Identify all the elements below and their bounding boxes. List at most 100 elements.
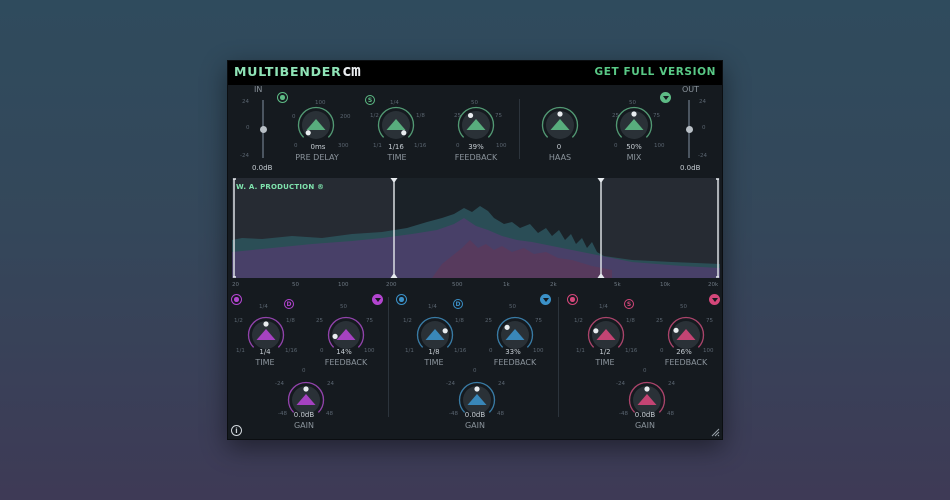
- band2-time-knob-indicator: [442, 328, 448, 334]
- band1-gain-tick-minus24: -24: [275, 381, 284, 387]
- band3-feedback-tick-75: 75: [706, 318, 713, 324]
- spectrum-display[interactable]: W. A. PRODUCTION ®: [232, 178, 720, 278]
- band3-feedback-tick-0: 0: [660, 348, 664, 354]
- freq-label-1k: 1k: [503, 282, 510, 288]
- band1-time-tick-1-1: 1/1: [236, 348, 245, 354]
- pre-delay-value: 0ms: [310, 143, 326, 151]
- input-scale-mid: 0: [246, 125, 250, 131]
- pre-delay-tick-0-top: 0: [292, 114, 296, 120]
- band1-time-tick-1-2: 1/2: [234, 318, 243, 324]
- haas-value: 0: [556, 143, 562, 151]
- band2-time-value: 1/8: [428, 348, 440, 356]
- global-time-tick-1-2: 1/2: [370, 113, 379, 119]
- global-feedback-knob-graphic: [457, 106, 495, 139]
- info-icon[interactable]: i: [231, 425, 242, 436]
- band2-feedback-knob-indicator: [504, 324, 510, 330]
- band3-time-tick-1-2: 1/2: [574, 318, 583, 324]
- resize-grip-icon[interactable]: [711, 428, 720, 437]
- band2-gain-tick-24: 24: [498, 381, 505, 387]
- band2-time-tick-1-2: 1/2: [403, 318, 412, 324]
- band2-feedback-tick-100: 100: [533, 348, 544, 354]
- band3-feedback-knob-indicator: [673, 327, 679, 333]
- band1-gain-tick-0: 0: [302, 368, 306, 374]
- band1-power-toggle[interactable]: [231, 294, 242, 305]
- band3-feedback-label: FEEDBACK: [664, 358, 708, 367]
- global-power-toggle[interactable]: [277, 92, 288, 103]
- global-feedback-knob-indicator: [467, 112, 474, 119]
- global-time-tick-1-1: 1/1: [373, 143, 382, 149]
- band3-gain-tick-24: 24: [668, 381, 675, 387]
- freq-label-500: 500: [452, 282, 463, 288]
- band3-gain-tick-minus48: -48: [619, 411, 628, 417]
- band3-feedback-value: 26%: [676, 348, 692, 356]
- band3-feedback-tick-100: 100: [703, 348, 714, 354]
- band2-power-toggle[interactable]: [396, 294, 407, 305]
- band1-feedback-value: 14%: [336, 348, 352, 356]
- haas-knob-graphic: [541, 106, 579, 139]
- output-level-handle[interactable]: [685, 125, 693, 133]
- input-scale-top: 24: [242, 99, 249, 105]
- band1-time-knob-indicator: [263, 321, 269, 327]
- global-dropdown-icon[interactable]: [660, 92, 671, 103]
- global-time-tick-1-8: 1/8: [416, 113, 425, 119]
- global-feedback-value: 39%: [468, 143, 484, 151]
- global-divider: [519, 99, 520, 159]
- band2-gain-tick-0: 0: [473, 368, 477, 374]
- mix-knob-graphic: [615, 106, 653, 139]
- band2-gain-value: 0.0dB: [464, 411, 486, 419]
- get-full-version-link[interactable]: GET FULL VERSION: [594, 66, 716, 78]
- band3-time-sync-badge[interactable]: S: [624, 299, 634, 309]
- band3-gain-label: GAIN: [634, 421, 655, 430]
- band3-feedback-tick-50: 50: [680, 304, 687, 310]
- mix-tick-50: 50: [629, 100, 636, 106]
- band3-dropdown-icon[interactable]: [709, 294, 720, 305]
- band2-gain-label: GAIN: [464, 421, 485, 430]
- global-time-knob-graphic: [377, 106, 415, 139]
- freq-label-5k: 5k: [614, 282, 621, 288]
- pre-delay-tick-200: 200: [340, 114, 351, 120]
- mix-tick-0: 0: [614, 143, 618, 149]
- band1-feedback-tick-50: 50: [340, 304, 347, 310]
- band1-feedback-label: FEEDBACK: [324, 358, 368, 367]
- band3-time-label: TIME: [595, 358, 615, 367]
- band1-feedback-tick-0: 0: [320, 348, 324, 354]
- haas-knob-indicator: [557, 111, 563, 117]
- haas-label: HAAS: [548, 153, 572, 162]
- band2-gain-tick-48: 48: [497, 411, 504, 417]
- band3-time-knob-indicator: [593, 328, 599, 334]
- band3-power-toggle[interactable]: [567, 294, 578, 305]
- band2-gain-knob-indicator: [474, 386, 480, 392]
- brand-suffix: cm: [342, 61, 361, 80]
- band2-gain-tick-minus48: -48: [449, 411, 458, 417]
- band1-time-tick-1-4: 1/4: [259, 304, 268, 310]
- band2-feedback-tick-50: 50: [509, 304, 516, 310]
- pre-delay-tick-100: 100: [315, 100, 326, 106]
- pre-delay-knob-indicator: [305, 130, 311, 136]
- input-level-handle[interactable]: [259, 125, 267, 133]
- band1-feedback-knob-indicator: [332, 333, 338, 339]
- band3-gain-tick-0: 0: [643, 368, 647, 374]
- mix-value: 50%: [626, 143, 642, 151]
- band1-gain-tick-minus48: -48: [278, 411, 287, 417]
- band1-time-tick-1-8: 1/8: [286, 318, 295, 324]
- band1-dropdown-icon[interactable]: [372, 294, 383, 305]
- band1-time-sync-badge[interactable]: D: [284, 299, 294, 309]
- band3-time-value: 1/2: [599, 348, 611, 356]
- global-time-label: TIME: [387, 153, 407, 162]
- global-time-value: 1/16: [388, 143, 404, 151]
- global-time-knob-indicator: [401, 130, 407, 136]
- global-feedback-tick-25: 25: [454, 113, 461, 119]
- band1-time-tick-1-16: 1/16: [285, 348, 298, 354]
- band1-gain-value: 0.0dB: [293, 411, 315, 419]
- output-scale-bottom: -24: [698, 153, 707, 159]
- freq-label-20k: 20k: [708, 282, 719, 288]
- global-feedback-tick-75: 75: [495, 113, 502, 119]
- mix-knob-indicator: [631, 111, 637, 117]
- pre-delay-knob-graphic: [297, 106, 335, 139]
- input-scale-bottom: -24: [240, 153, 249, 159]
- band2-dropdown-icon[interactable]: [540, 294, 551, 305]
- band2-gain-tick-minus24: -24: [446, 381, 455, 387]
- band2-time-sync-badge[interactable]: D: [453, 299, 463, 309]
- band3-gain-knob-indicator: [644, 386, 650, 392]
- band1-divider: [388, 297, 389, 417]
